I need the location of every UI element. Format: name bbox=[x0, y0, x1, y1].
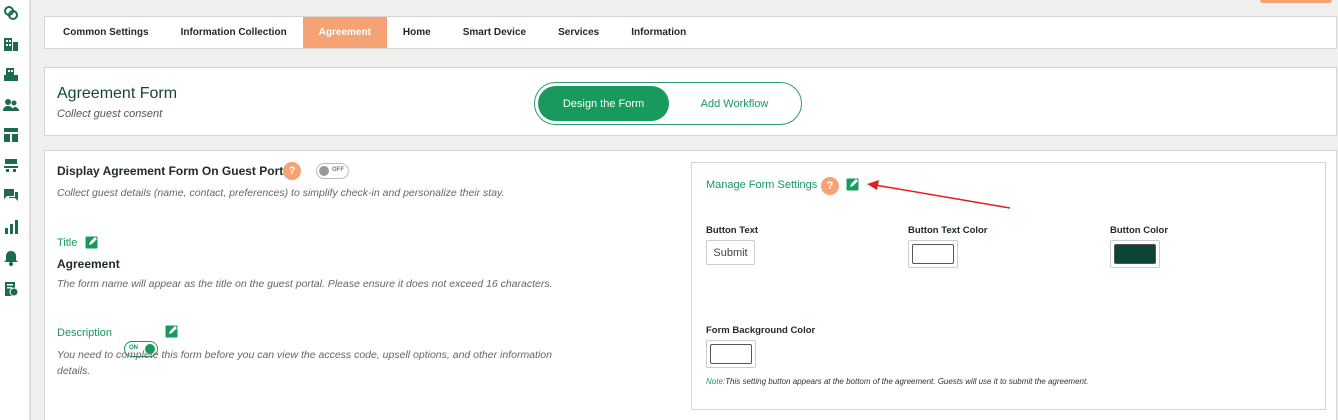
bar-chart-icon[interactable] bbox=[3, 219, 19, 235]
users-icon[interactable] bbox=[3, 97, 19, 113]
annotation-arrow bbox=[867, 180, 1011, 209]
layout-icon[interactable] bbox=[3, 127, 19, 143]
agreement-form-panel: Display Agreement Form On Guest Portal ?… bbox=[44, 150, 1337, 420]
design-form-button[interactable]: Design the Form bbox=[538, 86, 669, 121]
page-subtitle: Collect guest consent bbox=[57, 108, 163, 120]
mode-switch: Design the Form Add Workflow bbox=[534, 82, 802, 125]
tab-agreement[interactable]: Agreement bbox=[302, 17, 387, 48]
chat-icon[interactable] bbox=[3, 187, 19, 203]
tab-services[interactable]: Services bbox=[542, 17, 615, 48]
tab-smart-device[interactable]: Smart Device bbox=[447, 17, 542, 48]
building-icon[interactable] bbox=[3, 36, 19, 52]
bell-icon[interactable] bbox=[3, 250, 19, 266]
add-workflow-button[interactable]: Add Workflow bbox=[669, 86, 800, 121]
page-title: Agreement Form bbox=[57, 85, 178, 102]
hotel-icon[interactable] bbox=[3, 67, 19, 83]
top-action-button[interactable] bbox=[1260, 0, 1332, 3]
link-rings-icon[interactable] bbox=[3, 5, 19, 21]
page-header: Agreement Form Collect guest consent Des… bbox=[44, 67, 1337, 136]
tab-bar: Common Settings Information Collection A… bbox=[44, 16, 1337, 49]
reception-icon[interactable] bbox=[3, 157, 19, 173]
tab-information-collection[interactable]: Information Collection bbox=[165, 17, 303, 48]
tab-common-settings[interactable]: Common Settings bbox=[47, 17, 165, 48]
sidebar bbox=[0, 0, 31, 420]
invoice-icon[interactable] bbox=[3, 281, 19, 297]
tab-information[interactable]: Information bbox=[615, 17, 702, 48]
tab-home[interactable]: Home bbox=[387, 17, 447, 48]
